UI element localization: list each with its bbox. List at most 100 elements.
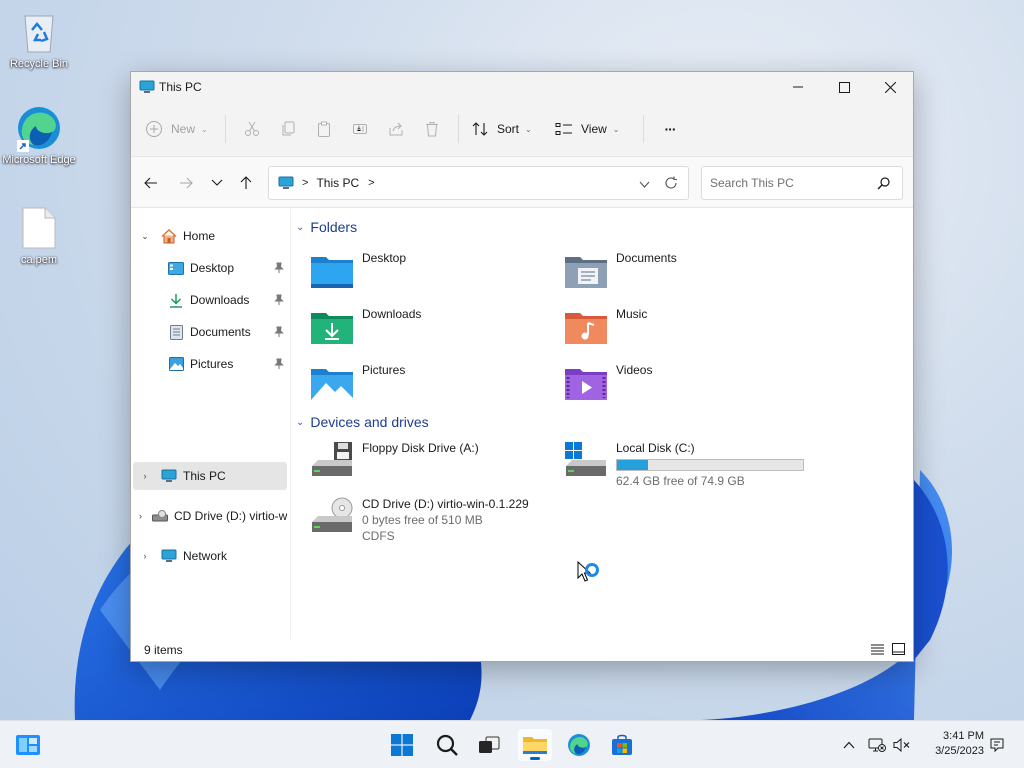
edge-taskbar-button[interactable] — [562, 729, 596, 761]
nav-item-cd-drive[interactable]: › CD Drive (D:) virtio-win-0.1.229 — [139, 502, 287, 530]
folder-tile-videos[interactable]: Videos — [564, 361, 814, 413]
nav-item-desktop[interactable]: Desktop — [168, 254, 286, 282]
desktop-icon-ca-pem[interactable]: ca.pem — [1, 204, 77, 266]
running-indicator — [530, 757, 540, 760]
nav-item-pictures[interactable]: Pictures — [168, 350, 286, 378]
folder-tile-documents[interactable]: Documents — [564, 249, 814, 301]
chevron-down-icon — [639, 181, 650, 188]
large-icons-view-icon — [892, 643, 905, 655]
folder-name: Desktop — [362, 251, 407, 265]
chevron-right-icon[interactable]: › — [139, 551, 151, 561]
search-input[interactable]: Search This PC — [701, 166, 903, 200]
address-bar[interactable]: > This PC > — [268, 166, 689, 200]
close-icon — [884, 81, 896, 93]
details-view-button[interactable] — [871, 643, 884, 658]
disk-usage-fill — [617, 460, 649, 470]
folder-name: Documents — [616, 251, 677, 265]
file-explorer-taskbar-button[interactable] — [518, 729, 552, 761]
nav-item-documents[interactable]: Documents — [168, 318, 286, 346]
taskbar: 3:41 PM 3/25/2023 — [0, 720, 1024, 768]
close-button[interactable] — [867, 72, 913, 102]
up-button[interactable] — [234, 171, 258, 195]
large-icons-view-button[interactable] — [892, 643, 905, 658]
nav-item-network[interactable]: › Network — [139, 542, 228, 570]
folder-tile-pictures[interactable]: Pictures — [310, 361, 560, 413]
folder-name: Pictures — [362, 363, 406, 377]
documents-folder-icon — [564, 249, 608, 293]
folder-tile-desktop[interactable]: Desktop — [310, 249, 560, 301]
share-button[interactable] — [378, 113, 414, 145]
paste-button[interactable] — [306, 113, 342, 145]
chevron-right-icon[interactable]: › — [139, 511, 142, 521]
recent-locations-button[interactable] — [205, 171, 229, 195]
nav-item-this-pc[interactable]: › This PC — [139, 462, 226, 490]
group-header-devices[interactable]: ⌄ Devices and drives — [296, 414, 429, 430]
start-button[interactable] — [385, 729, 419, 761]
pin-icon[interactable] — [272, 293, 286, 307]
busy-cursor-icon — [577, 561, 599, 582]
pin-icon[interactable] — [272, 261, 286, 275]
breadcrumb-separator[interactable]: > — [368, 177, 374, 189]
volume-button[interactable] — [891, 729, 913, 761]
clock-date: 3/25/2023 — [935, 745, 984, 757]
desktop-folder-icon — [310, 249, 354, 293]
drive-filesystem: CDFS — [362, 529, 395, 543]
edge-icon — [15, 104, 63, 152]
title-bar[interactable]: This PC — [131, 72, 913, 102]
drive-name: Local Disk (C:) — [616, 441, 695, 455]
clock-time: 3:41 PM — [943, 730, 984, 742]
new-button[interactable]: New ⌄ — [145, 113, 217, 145]
show-hidden-icons-button[interactable] — [838, 729, 860, 761]
nav-item-downloads[interactable]: Downloads — [168, 286, 286, 314]
nav-label: Pictures — [190, 357, 234, 371]
pictures-icon — [168, 356, 184, 372]
store-taskbar-button[interactable] — [605, 729, 639, 761]
chevron-right-icon[interactable]: › — [139, 471, 151, 481]
breadcrumb-separator[interactable]: > — [302, 177, 308, 189]
pin-icon[interactable] — [272, 357, 286, 371]
address-history-dropdown[interactable] — [639, 178, 650, 192]
widgets-button[interactable] — [11, 729, 45, 761]
this-pc-icon — [161, 468, 177, 484]
chevron-down-icon[interactable]: ⌄ — [139, 231, 151, 242]
clock[interactable]: 3:41 PM 3/25/2023 — [920, 729, 984, 759]
nav-item-home[interactable]: ⌄ Home — [139, 222, 215, 250]
drive-tile-floppy[interactable]: Floppy Disk Drive (A:) — [310, 440, 570, 484]
more-options-button[interactable]: ··· — [652, 113, 688, 145]
item-count: 9 items — [144, 643, 183, 657]
back-button[interactable] — [139, 171, 163, 195]
desktop-icon-recycle-bin[interactable]: Recycle Bin — [1, 8, 77, 70]
forward-button[interactable] — [174, 171, 198, 195]
folder-tile-music[interactable]: Music — [564, 305, 814, 357]
desktop-icon-edge[interactable]: Microsoft Edge — [1, 104, 77, 166]
rename-button[interactable] — [342, 113, 378, 145]
toolbar-divider — [643, 115, 644, 143]
search-icon[interactable] — [877, 177, 890, 193]
search-button[interactable] — [430, 729, 464, 761]
pin-icon[interactable] — [272, 325, 286, 339]
group-header-folders[interactable]: ⌄ Folders — [296, 219, 357, 235]
notifications-button[interactable] — [986, 729, 1008, 761]
drive-tile-cd[interactable]: CD Drive (D:) virtio-win-0.1.229 0 bytes… — [310, 496, 570, 544]
delete-button[interactable] — [414, 113, 450, 145]
arrow-right-icon — [180, 177, 193, 189]
window-title: This PC — [159, 80, 202, 94]
arrow-up-icon — [240, 176, 252, 189]
nav-label: Network — [183, 549, 228, 563]
cut-button[interactable] — [234, 113, 270, 145]
breadcrumb-this-pc[interactable]: This PC — [316, 176, 359, 190]
copy-button[interactable] — [270, 113, 306, 145]
network-status-button[interactable] — [866, 729, 888, 761]
widgets-icon — [16, 735, 40, 755]
task-view-button[interactable] — [472, 729, 506, 761]
chevron-up-icon — [843, 741, 855, 749]
folder-tile-downloads[interactable]: Downloads — [310, 305, 560, 357]
sort-button[interactable]: Sort ⌄ — [467, 113, 551, 145]
view-button[interactable]: View ⌄ — [551, 113, 635, 145]
minimize-button[interactable] — [775, 72, 821, 102]
drive-tile-local-disk[interactable]: Local Disk (C:) 62.4 GB free of 74.9 GB — [564, 440, 824, 489]
recycle-bin-label: Recycle Bin — [9, 58, 69, 70]
maximize-button[interactable] — [821, 72, 867, 102]
new-label: New — [171, 122, 196, 136]
refresh-button[interactable] — [664, 176, 678, 193]
